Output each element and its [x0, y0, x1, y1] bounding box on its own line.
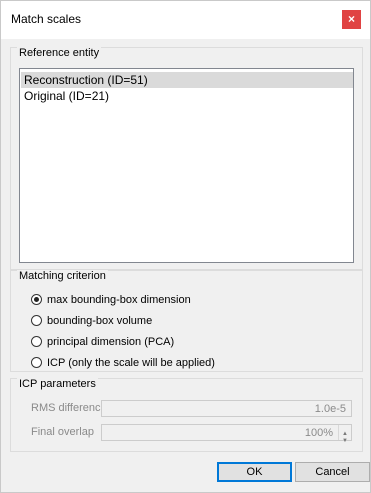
radio-label: principal dimension (PCA) — [47, 336, 175, 348]
spin-arrows: ▲ ▼ — [338, 425, 351, 444]
list-item-original[interactable]: Original (ID=21) — [21, 88, 353, 104]
spin-down-icon: ▼ — [342, 438, 348, 444]
radio-unchecked-icon[interactable] — [31, 336, 42, 347]
reference-entity-title: Reference entity — [17, 47, 102, 59]
rms-difference-field: 1.0e-5 — [101, 400, 352, 417]
rms-difference-value: 1.0e-5 — [314, 403, 346, 415]
radio-label: max bounding-box dimension — [47, 294, 191, 306]
cancel-button[interactable]: Cancel — [295, 462, 370, 482]
radio-unchecked-icon[interactable] — [31, 357, 42, 368]
ok-button[interactable]: OK — [217, 462, 292, 482]
icp-parameters-title: ICP parameters — [17, 378, 98, 390]
radio-label: ICP (only the scale will be applied) — [47, 357, 215, 369]
final-overlap-value: 100% — [304, 427, 333, 439]
final-overlap-label: Final overlap — [31, 426, 94, 438]
rms-difference-label: RMS difference — [31, 402, 107, 414]
match-scales-dialog: Match scales × Reference entity Reconstr… — [0, 0, 371, 493]
radio-unchecked-icon[interactable] — [31, 315, 42, 326]
close-button[interactable]: × — [342, 10, 361, 29]
reference-entity-list[interactable]: Reconstruction (ID=51) Original (ID=21) — [19, 68, 354, 263]
title-bar[interactable]: Match scales × — [1, 1, 370, 39]
list-item-reconstruction[interactable]: Reconstruction (ID=51) — [21, 72, 353, 88]
matching-criterion-title: Matching criterion — [17, 270, 108, 282]
window-title: Match scales — [11, 12, 82, 26]
radio-label: bounding-box volume — [47, 315, 153, 327]
radio-checked-icon[interactable] — [31, 294, 42, 305]
close-icon: × — [347, 12, 355, 26]
final-overlap-spinbox: 100% ▲ ▼ — [101, 424, 352, 444]
